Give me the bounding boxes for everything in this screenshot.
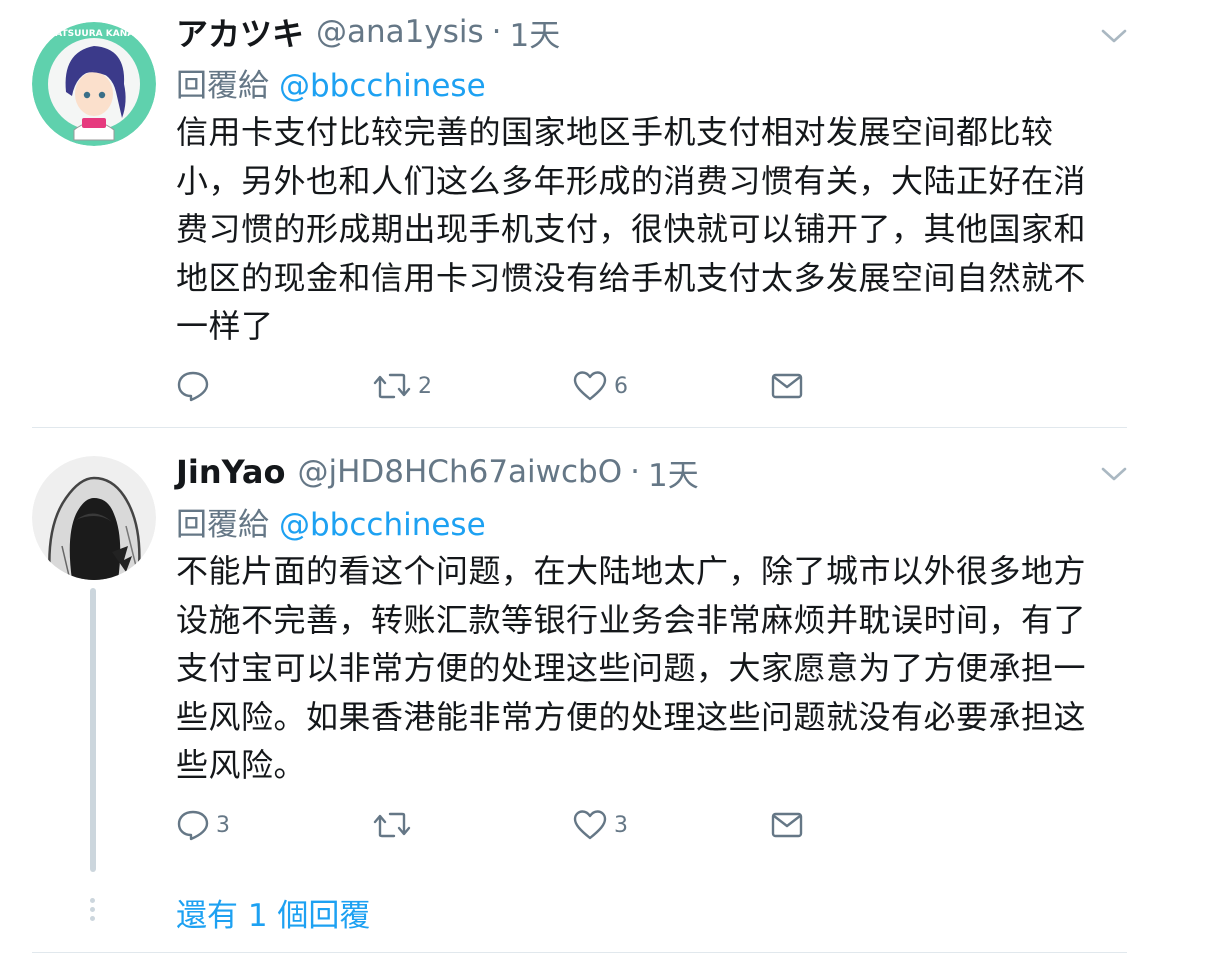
tweet-text-line: 设施不完善，转账汇款等银行业务会非常麻烦并耽误时间，有了 [176,600,1087,639]
tweet-header: JinYao @jHD8HCh67aiwcbO · 1天 [176,448,699,496]
display-name[interactable]: JinYao [176,453,285,491]
message-icon [771,812,803,838]
tweet-text-line: 些风险。如果香港能非常方便的处理这些问题就没有必要承担这 [176,697,1087,736]
reply-prefix: 回覆給 [176,68,269,104]
reply-icon [177,810,209,841]
show-more-replies-link[interactable]: 還有 1 個回覆 [176,890,370,935]
tweet-text-line: 不能片面的看这个问题，在大陆地太广，除了城市以外很多地方 [176,552,1087,590]
tweet-text-line: 一样了 [176,307,274,345]
timestamp[interactable]: 1天 [648,450,699,495]
reply-context: 回覆給 @bbcchinese [176,499,486,544]
reply-prefix: 回覆給 [176,507,269,543]
reply-count: 3 [216,812,230,838]
thread-continuation-dots [90,898,96,925]
user-handle[interactable]: @jHD8HCh67aiwcbO [297,454,622,490]
retweet-button[interactable] [372,805,418,845]
message-icon [771,373,803,399]
retweet-button[interactable]: 2 [372,366,432,406]
reply-context: 回覆給 @bbcchinese [176,60,486,105]
divider [32,427,1127,428]
like-count: 6 [614,373,628,399]
tweet-text-line: 地区的现金和信用卡习惯没有给手机支付太多发展空间自然就不 [176,258,1087,297]
mention-link[interactable]: @bbcchinese [279,68,486,104]
avatar[interactable] [32,456,156,580]
like-button[interactable]: 6 [572,366,628,406]
like-icon [573,810,607,840]
tweet-text-line: 些风险。 [176,746,307,784]
reply-button[interactable]: 3 [176,805,230,845]
reply-icon [177,371,209,402]
tweet-actions: 2 6 [176,366,816,406]
direct-message-button[interactable] [770,366,804,406]
tweet-text: 不能片面的看这个问题，在大陆地太广，除了城市以外很多地方 设施不完善，转账汇款等… [176,547,1136,790]
separator-dot: · [491,14,502,50]
timestamp[interactable]: 1天 [510,10,561,55]
tweet-text-line: 小，另外也和人们这么多年形成的消费习惯有关，大陆正好在消 [176,161,1087,200]
tweet-actions: 3 3 [176,805,816,845]
retweet-icon [373,812,411,838]
mention-link[interactable]: @bbcchinese [279,507,486,543]
user-handle[interactable]: @ana1ysis [316,14,484,50]
retweet-icon [373,373,411,399]
direct-message-button[interactable] [770,805,804,845]
tweet-text-line: 费习惯的形成期出现手机支付，很快就可以铺开了，其他国家和 [176,210,1087,248]
tweet-header: アカツキ @ana1ysis · 1天 [176,8,560,56]
tweet-text-line: 支付宝可以非常方便的处理这些问题，大家愿意为了方便承担一 [176,649,1087,687]
avatar[interactable]: MATSUURA KANAN [32,22,156,146]
reply-button[interactable] [176,366,216,406]
like-count: 3 [614,812,628,838]
tweet-text: 信用卡支付比较完善的国家地区手机支付相对发展空间都比较 小，另外也和人们这么多年… [176,108,1136,351]
thread-line [90,588,96,872]
separator-dot: · [630,454,640,490]
tweet-text-line: 信用卡支付比较完善的国家地区手机支付相对发展空间都比较 [176,113,1054,151]
retweet-count: 2 [418,373,432,399]
display-name[interactable]: アカツキ [176,9,304,55]
avatar-ring-text: MATSUURA KANAN [46,29,141,39]
chevron-down-icon[interactable] [1099,464,1129,484]
chevron-down-icon[interactable] [1099,26,1129,46]
divider [32,952,1127,953]
like-icon [573,371,607,401]
like-button[interactable]: 3 [572,805,628,845]
